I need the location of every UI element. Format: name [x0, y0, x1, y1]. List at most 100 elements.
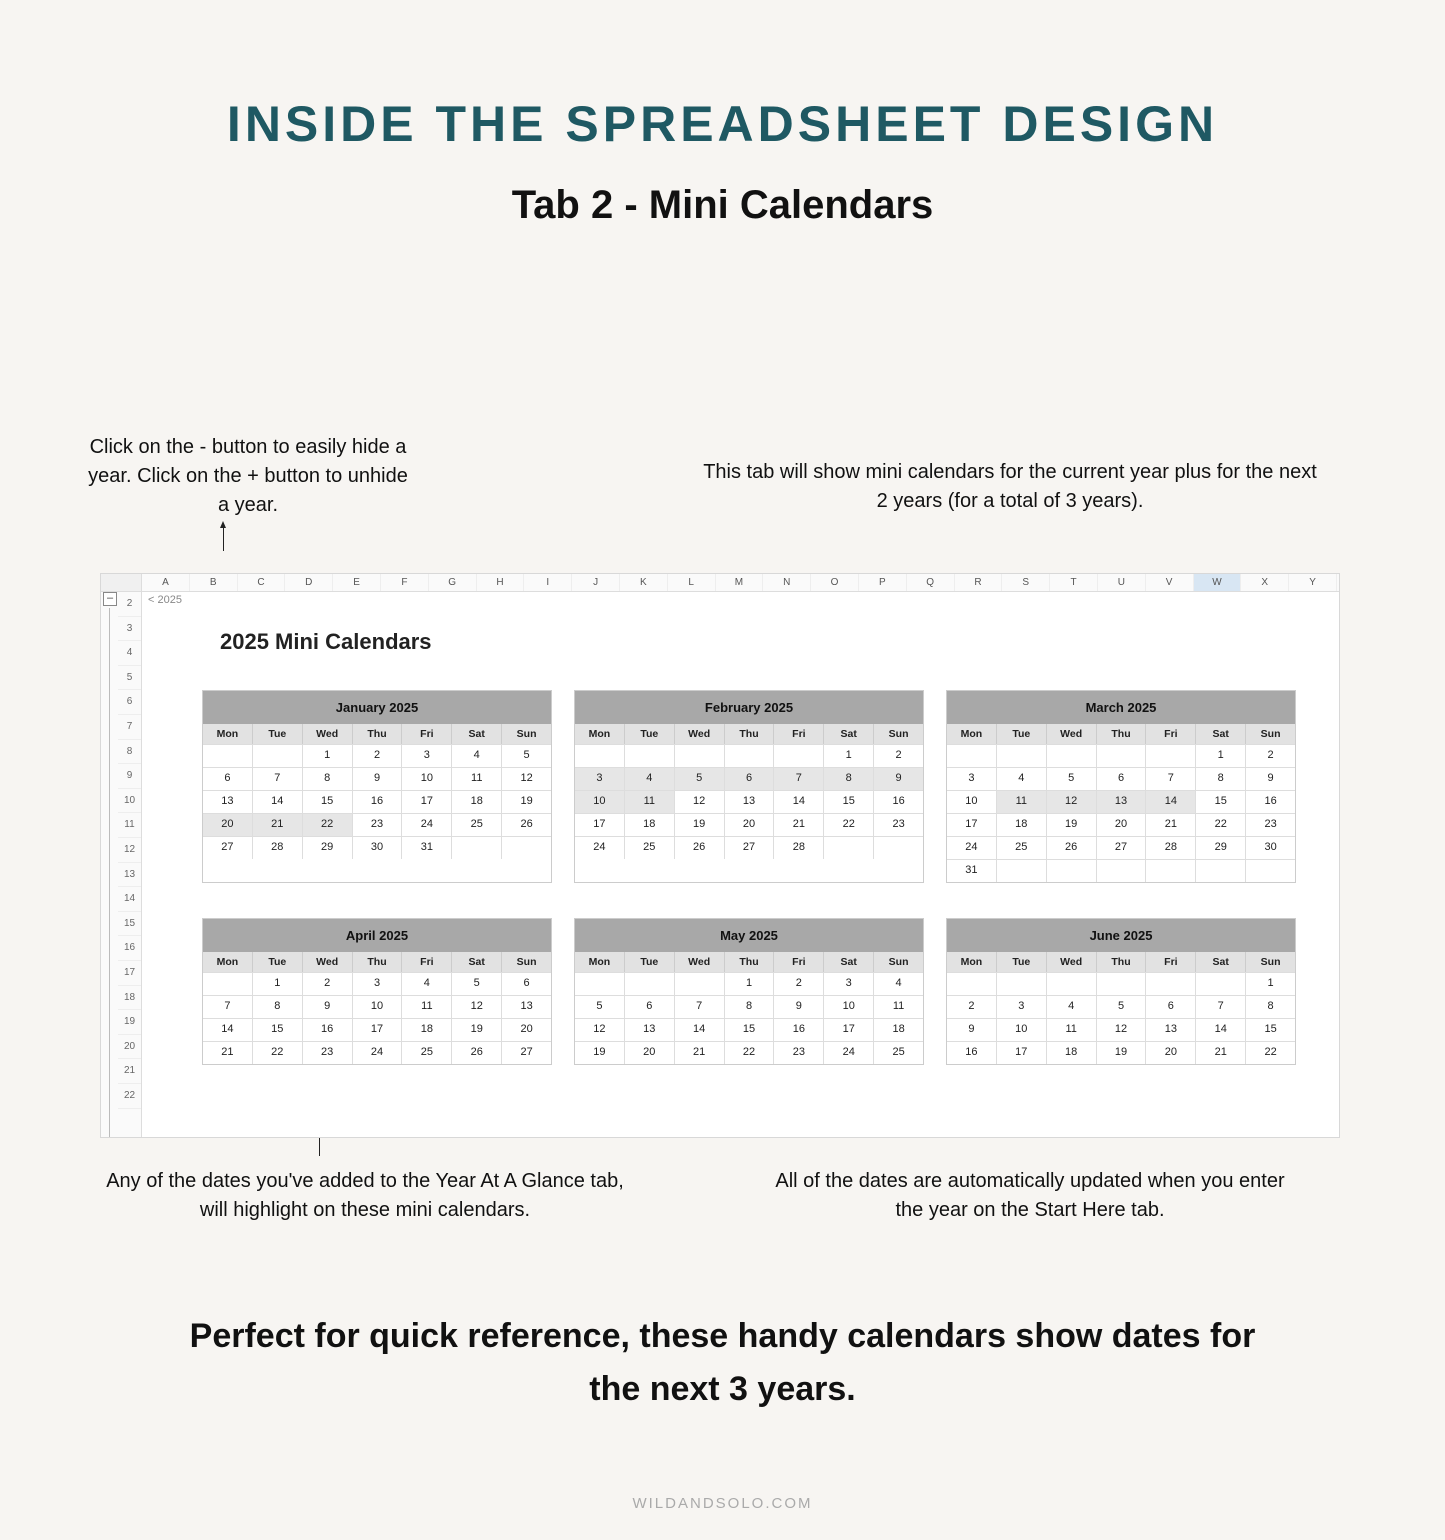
- calendar-day-cell[interactable]: 13: [1146, 1019, 1196, 1041]
- calendar-day-cell[interactable]: 4: [402, 973, 452, 995]
- calendar-day-cell[interactable]: 11: [402, 996, 452, 1018]
- calendar-day-cell[interactable]: 12: [575, 1019, 625, 1041]
- calendar-day-cell[interactable]: 24: [402, 814, 452, 836]
- calendar-day-cell[interactable]: 27: [725, 837, 775, 859]
- row-header[interactable]: 6: [118, 690, 141, 715]
- calendar-day-cell[interactable]: 24: [824, 1042, 874, 1064]
- calendar-day-cell[interactable]: [625, 973, 675, 995]
- calendar-day-cell[interactable]: 6: [625, 996, 675, 1018]
- row-header[interactable]: 10: [118, 789, 141, 814]
- row-header[interactable]: 21: [118, 1059, 141, 1084]
- calendar-day-cell[interactable]: 29: [1196, 837, 1246, 859]
- calendar-day-cell[interactable]: 27: [1097, 837, 1147, 859]
- column-header[interactable]: Q: [907, 574, 955, 591]
- calendar-day-cell[interactable]: 19: [575, 1042, 625, 1064]
- calendar-day-cell[interactable]: 21: [1146, 814, 1196, 836]
- calendar-day-cell[interactable]: 27: [203, 837, 253, 859]
- calendar-day-cell[interactable]: 9: [874, 768, 923, 790]
- column-header[interactable]: I: [524, 574, 572, 591]
- calendar-day-cell[interactable]: 30: [1246, 837, 1295, 859]
- row-header[interactable]: 20: [118, 1035, 141, 1060]
- column-header[interactable]: E: [333, 574, 381, 591]
- calendar-day-cell[interactable]: 21: [1196, 1042, 1246, 1064]
- calendar-day-cell[interactable]: [452, 837, 502, 859]
- calendar-day-cell[interactable]: 6: [502, 973, 551, 995]
- calendar-day-cell[interactable]: [675, 973, 725, 995]
- calendar-day-cell[interactable]: 18: [997, 814, 1047, 836]
- row-header[interactable]: 2: [118, 592, 141, 617]
- calendar-day-cell[interactable]: [1146, 745, 1196, 767]
- calendar-day-cell[interactable]: 19: [502, 791, 551, 813]
- calendar-day-cell[interactable]: 1: [303, 745, 353, 767]
- calendar-day-cell[interactable]: 7: [203, 996, 253, 1018]
- calendar-day-cell[interactable]: 9: [1246, 768, 1295, 790]
- calendar-day-cell[interactable]: 14: [1146, 791, 1196, 813]
- calendar-day-cell[interactable]: 2: [303, 973, 353, 995]
- calendar-day-cell[interactable]: 24: [947, 837, 997, 859]
- calendar-day-cell[interactable]: 16: [303, 1019, 353, 1041]
- calendar-day-cell[interactable]: 14: [203, 1019, 253, 1041]
- row-header[interactable]: 3: [118, 617, 141, 642]
- calendar-day-cell[interactable]: 15: [725, 1019, 775, 1041]
- row-header[interactable]: 11: [118, 813, 141, 838]
- calendar-day-cell[interactable]: 19: [1047, 814, 1097, 836]
- calendar-day-cell[interactable]: 16: [774, 1019, 824, 1041]
- calendar-day-cell[interactable]: [997, 745, 1047, 767]
- calendar-day-cell[interactable]: 10: [947, 791, 997, 813]
- calendar-day-cell[interactable]: 9: [947, 1019, 997, 1041]
- column-header[interactable]: D: [285, 574, 333, 591]
- column-header[interactable]: R: [955, 574, 1003, 591]
- calendar-day-cell[interactable]: 12: [452, 996, 502, 1018]
- calendar-day-cell[interactable]: 23: [303, 1042, 353, 1064]
- calendar-day-cell[interactable]: 8: [253, 996, 303, 1018]
- calendar-day-cell[interactable]: [1097, 973, 1147, 995]
- calendar-day-cell[interactable]: 21: [774, 814, 824, 836]
- calendar-day-cell[interactable]: 12: [1047, 791, 1097, 813]
- calendar-day-cell[interactable]: 7: [675, 996, 725, 1018]
- calendar-day-cell[interactable]: 2: [947, 996, 997, 1018]
- calendar-day-cell[interactable]: 1: [725, 973, 775, 995]
- calendar-day-cell[interactable]: 13: [725, 791, 775, 813]
- column-header[interactable]: U: [1098, 574, 1146, 591]
- row-header[interactable]: 17: [118, 961, 141, 986]
- row-header[interactable]: 5: [118, 666, 141, 691]
- calendar-day-cell[interactable]: 20: [625, 1042, 675, 1064]
- calendar-day-cell[interactable]: 16: [1246, 791, 1295, 813]
- calendar-day-cell[interactable]: 25: [452, 814, 502, 836]
- calendar-day-cell[interactable]: 17: [402, 791, 452, 813]
- calendar-day-cell[interactable]: 15: [1246, 1019, 1295, 1041]
- calendar-day-cell[interactable]: [1097, 860, 1147, 882]
- calendar-day-cell[interactable]: 20: [203, 814, 253, 836]
- calendar-day-cell[interactable]: 3: [947, 768, 997, 790]
- calendar-day-cell[interactable]: 15: [303, 791, 353, 813]
- column-header[interactable]: O: [811, 574, 859, 591]
- calendar-day-cell[interactable]: [824, 837, 874, 859]
- calendar-day-cell[interactable]: 25: [997, 837, 1047, 859]
- calendar-day-cell[interactable]: 1: [1196, 745, 1246, 767]
- calendar-day-cell[interactable]: 7: [253, 768, 303, 790]
- calendar-day-cell[interactable]: 18: [452, 791, 502, 813]
- calendar-day-cell[interactable]: 6: [1146, 996, 1196, 1018]
- column-header[interactable]: P: [859, 574, 907, 591]
- column-header[interactable]: K: [620, 574, 668, 591]
- calendar-day-cell[interactable]: 23: [874, 814, 923, 836]
- column-header[interactable]: F: [381, 574, 429, 591]
- calendar-day-cell[interactable]: 31: [402, 837, 452, 859]
- calendar-day-cell[interactable]: 15: [253, 1019, 303, 1041]
- calendar-day-cell[interactable]: 11: [997, 791, 1047, 813]
- calendar-day-cell[interactable]: 14: [675, 1019, 725, 1041]
- calendar-day-cell[interactable]: [725, 745, 775, 767]
- calendar-day-cell[interactable]: 3: [353, 973, 403, 995]
- calendar-day-cell[interactable]: 26: [452, 1042, 502, 1064]
- calendar-day-cell[interactable]: 3: [402, 745, 452, 767]
- calendar-day-cell[interactable]: 31: [947, 860, 997, 882]
- column-header[interactable]: M: [716, 574, 764, 591]
- calendar-day-cell[interactable]: [1097, 745, 1147, 767]
- calendar-day-cell[interactable]: 14: [774, 791, 824, 813]
- calendar-day-cell[interactable]: [997, 973, 1047, 995]
- calendar-day-cell[interactable]: 26: [502, 814, 551, 836]
- column-header[interactable]: N: [763, 574, 811, 591]
- column-header[interactable]: Y: [1289, 574, 1337, 591]
- calendar-day-cell[interactable]: 22: [253, 1042, 303, 1064]
- calendar-day-cell[interactable]: 19: [1097, 1042, 1147, 1064]
